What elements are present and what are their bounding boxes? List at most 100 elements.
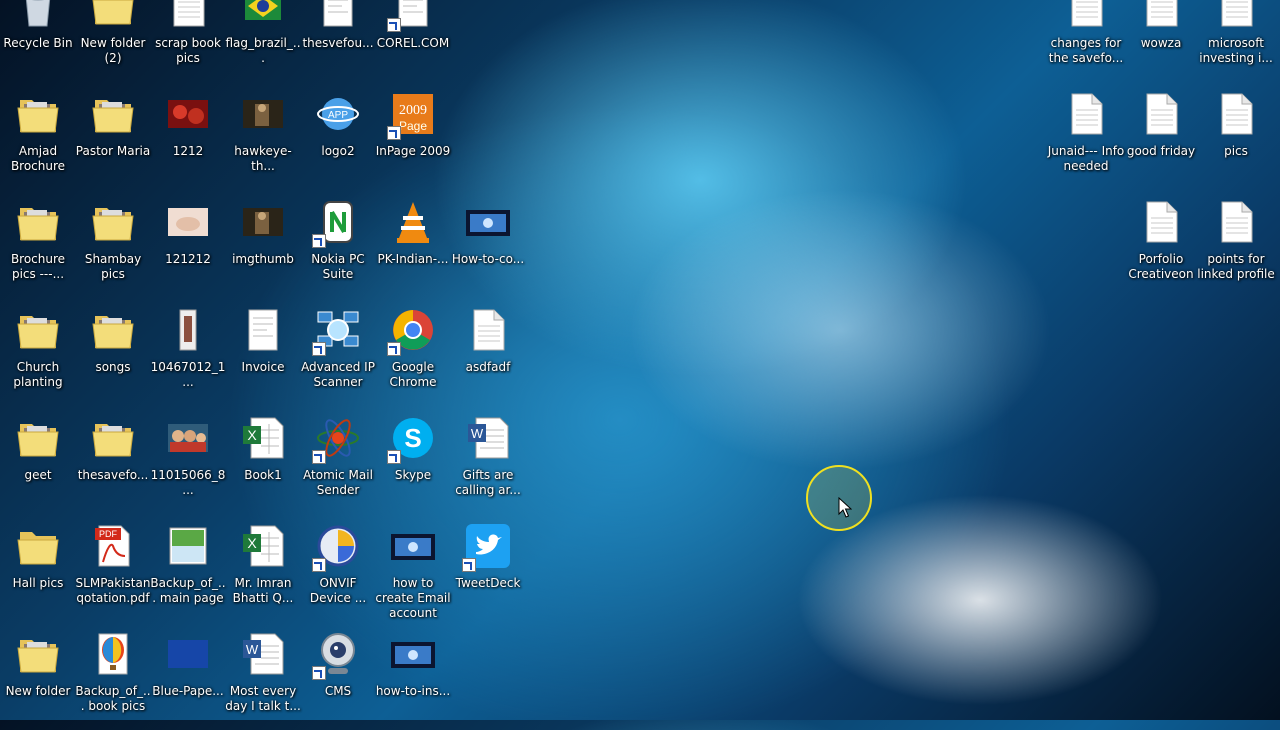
desktop-icon-most-every-day-i-talk-t[interactable]: W Most every day I talk t... xyxy=(225,626,301,730)
desktop-icon-shambay-pics[interactable]: Shambay pics xyxy=(75,194,151,298)
desktop-icon-atomic-mail-sender[interactable]: Atomic Mail Sender xyxy=(300,410,376,514)
svg-text:W: W xyxy=(471,426,484,441)
desktop-icon-wowza[interactable]: wowza xyxy=(1123,0,1199,82)
desktop-icon-label: SLMPakistan qotation.pdf xyxy=(75,576,151,605)
svg-text:PDF: PDF xyxy=(99,529,118,539)
desktop-icon-book1[interactable]: X Book1 xyxy=(225,410,301,514)
photo-icon xyxy=(164,630,212,678)
svg-text:X: X xyxy=(247,427,257,443)
desktop-icon-microsoft-investing-i[interactable]: microsoft investing i... xyxy=(1198,0,1274,82)
desktop-icon-nokia-pc-suite[interactable]: Nokia PC Suite xyxy=(300,194,376,298)
folder-icon xyxy=(14,90,62,138)
document-icon xyxy=(239,306,287,354)
desktop-icon-label: InPage 2009 xyxy=(375,144,451,158)
desktop-icon-pk-indian[interactable]: PK-Indian-... xyxy=(375,194,451,298)
desktop-icon-advanced-ip-scanner[interactable]: Advanced IP Scanner xyxy=(300,302,376,406)
desktop-icon-thesvefou[interactable]: thesvefou... xyxy=(300,0,376,82)
desktop-icon-good-friday[interactable]: good friday xyxy=(1123,86,1199,190)
desktop-icon-backup-of-book-pics[interactable]: Backup_of_... book pics xyxy=(75,626,151,730)
desktop-icon-10467012-1[interactable]: 10467012_1... xyxy=(150,302,226,406)
atomic-mail-sender-icon xyxy=(312,414,362,464)
desktop-icon-invoice[interactable]: Invoice xyxy=(225,302,301,406)
desktop-icon-porfolio-creativeon[interactable]: Porfolio Creativeon xyxy=(1123,194,1199,298)
folder-icon xyxy=(14,414,62,462)
desktop-icon-skype[interactable]: S Skype xyxy=(375,410,451,514)
text-file-icon xyxy=(1062,90,1110,138)
desktop-icon-imgthumb[interactable]: imgthumb xyxy=(225,194,301,298)
document-icon xyxy=(387,0,437,32)
desktop-icon-scrap-book-pics[interactable]: scrap book pics xyxy=(150,0,226,82)
desktop-icon-amjad-brochure[interactable]: Amjad Brochure xyxy=(0,86,76,190)
desktop-icon-hall-pics[interactable]: Hall pics xyxy=(0,518,76,622)
desktop-icon-label: changes for the savefo... xyxy=(1048,36,1124,65)
desktop-icon-junaid-info-needed[interactable]: Junaid--- Info needed xyxy=(1048,86,1124,190)
desktop-icon-label: Recycle Bin xyxy=(3,36,73,50)
desktop-icon-label: asdfadf xyxy=(465,360,511,374)
desktop[interactable]: Recycle Bin New folder (2) scrap book pics… xyxy=(0,0,1280,720)
text-file-icon xyxy=(1212,90,1260,138)
desktop-icon-1212[interactable]: 1212 xyxy=(150,86,226,190)
desktop-icon-church-planting[interactable]: Church planting xyxy=(0,302,76,406)
recycle-bin-icon xyxy=(14,0,62,30)
folder-icon xyxy=(89,414,137,462)
desktop-icon-how-to-co[interactable]: How-to-co... xyxy=(450,194,526,298)
desktop-icon-slmpakistan-qotation-pdf[interactable]: PDF SLMPakistan qotation.pdf xyxy=(75,518,151,622)
desktop-icon-label: CMS xyxy=(324,684,352,698)
text-file-icon xyxy=(164,0,212,30)
desktop-icon-label: Backup_of_... book pics xyxy=(75,684,151,713)
desktop-icon-recycle-bin[interactable]: Recycle Bin xyxy=(0,0,76,82)
desktop-icon-pastor-maria[interactable]: Pastor Maria xyxy=(75,86,151,190)
desktop-icon-121212[interactable]: 121212 xyxy=(150,194,226,298)
desktop-icon-onvif-device[interactable]: ONVIF Device ... xyxy=(300,518,376,622)
word-file-icon: W xyxy=(239,630,287,678)
desktop-icon-label: 121212 xyxy=(165,252,211,266)
desktop-icon-tweetdeck[interactable]: TweetDeck xyxy=(450,518,526,622)
desktop-icon-points-for-linked-profile[interactable]: points for linked profile xyxy=(1197,194,1275,298)
desktop-icon-new-folder[interactable]: New folder xyxy=(0,626,76,730)
folder-icon xyxy=(89,198,137,246)
shortcut-arrow-icon xyxy=(387,342,401,356)
desktop-icon-songs[interactable]: songs xyxy=(75,302,151,406)
desktop-icon-corel-com[interactable]: COREL.COM xyxy=(375,0,451,82)
photo-icon xyxy=(239,90,287,138)
skype-icon: S xyxy=(387,414,437,464)
desktop-icon-backup-of-main-page[interactable]: Backup_of_... main page xyxy=(150,518,226,622)
desktop-icon-inpage-2009[interactable]: 2009 Page InPage 2009 xyxy=(375,86,451,190)
desktop-icon-label: Porfolio Creativeon xyxy=(1128,252,1194,281)
desktop-icon-label: geet xyxy=(24,468,52,482)
desktop-icon-label: New folder xyxy=(5,684,71,698)
desktop-icon-how-to-create-email-account[interactable]: how to create Email account xyxy=(375,518,451,622)
desktop-icon-label: 1212 xyxy=(172,144,204,158)
desktop-icon-11015066-8[interactable]: 11015066_8... xyxy=(150,410,226,514)
shortcut-arrow-icon xyxy=(387,126,401,140)
desktop-icon-mr-imran-bhatti-q[interactable]: X Mr. Imran Bhatti Q... xyxy=(225,518,301,622)
desktop-icon-label: Backup_of_... main page xyxy=(150,576,226,605)
webcam-cms-icon xyxy=(312,630,362,680)
desktop-icon-geet[interactable]: geet xyxy=(0,410,76,514)
desktop-icon-label: Google Chrome xyxy=(389,360,437,389)
desktop-icon-changes-for-the-savefo[interactable]: changes for the savefo... xyxy=(1048,0,1124,82)
desktop-icon-label: thesavefo... xyxy=(77,468,149,482)
svg-text:Page: Page xyxy=(399,119,427,133)
desktop-icon-flag-brazil[interactable]: flag_brazil_... xyxy=(225,0,301,82)
text-file-icon xyxy=(1137,90,1185,138)
excel-file-icon: X xyxy=(239,522,287,570)
photo-icon xyxy=(239,198,287,246)
shortcut-arrow-icon xyxy=(462,558,476,572)
desktop-icon-google-chrome[interactable]: Google Chrome xyxy=(375,302,451,406)
desktop-icon-asdfadf[interactable]: asdfadf xyxy=(450,302,526,406)
desktop-icon-label: Mr. Imran Bhatti Q... xyxy=(232,576,294,605)
desktop-icon-cms[interactable]: CMS xyxy=(300,626,376,730)
desktop-icon-thesavefo[interactable]: thesavefo... xyxy=(75,410,151,514)
desktop-icon-logo2[interactable]: APP logo2 xyxy=(300,86,376,190)
desktop-icon-gifts-are-calling-ar[interactable]: W Gifts are calling ar... xyxy=(450,410,526,514)
desktop-icon-hawkeye-th[interactable]: hawkeye-th... xyxy=(225,86,301,190)
desktop-icon-blue-pape[interactable]: Blue-Pape... xyxy=(150,626,226,730)
desktop-icon-label: Church planting xyxy=(13,360,63,389)
desktop-icon-label: pics xyxy=(1224,144,1248,158)
desktop-icon-how-to-ins[interactable]: how-to-ins... xyxy=(375,626,451,730)
desktop-icon-pics[interactable]: pics xyxy=(1198,86,1274,190)
svg-text:W: W xyxy=(246,642,259,657)
desktop-icon-new-folder-2[interactable]: New folder (2) xyxy=(75,0,151,82)
desktop-icon-brochure-pics[interactable]: Brochure pics ---... xyxy=(0,194,76,298)
